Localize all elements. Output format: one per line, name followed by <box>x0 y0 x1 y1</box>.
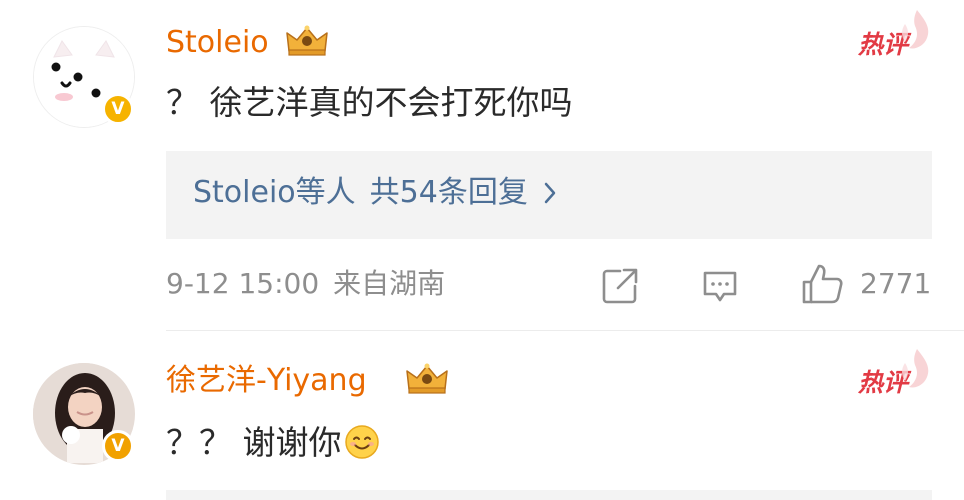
hot-flame-icon <box>902 349 929 388</box>
hot-flame-icon <box>902 10 929 49</box>
chevron-right-icon <box>544 182 556 204</box>
comment-timestamp: 9-12 15:00 <box>166 267 320 300</box>
comment-icon[interactable] <box>700 266 740 306</box>
comment-username[interactable]: Stoleio <box>166 28 269 58</box>
comment-meta: 9-12 15:00 来自湖南 <box>166 270 445 298</box>
share-icon[interactable] <box>600 266 640 306</box>
verified-badge-icon: V <box>102 430 134 462</box>
reply-authors: Stoleio等人 <box>193 175 356 210</box>
comment-location: 来自湖南 <box>333 267 446 300</box>
reply-count: 共54条回复 <box>369 175 528 210</box>
comment-text: ？ 徐艺洋真的不会打死你吗 <box>166 83 573 122</box>
comment-username[interactable]: 徐艺洋-Yiyang <box>166 366 367 396</box>
reply-summary[interactable] <box>166 490 932 500</box>
thumbs-up-icon[interactable] <box>800 262 844 306</box>
verified-badge-icon: V <box>102 93 134 125</box>
comment-divider <box>166 330 964 331</box>
reply-summary[interactable]: Stoleio等人 共54条回复 <box>166 151 932 239</box>
comment-text: ？？ 谢谢你 <box>166 423 342 462</box>
like-count: 2771 <box>860 267 932 300</box>
comment-text-row: ？？ 谢谢你 <box>166 424 380 460</box>
crown-badge-icon <box>286 25 328 56</box>
crown-badge-icon <box>406 363 448 394</box>
smile-emoji-icon <box>344 425 379 459</box>
